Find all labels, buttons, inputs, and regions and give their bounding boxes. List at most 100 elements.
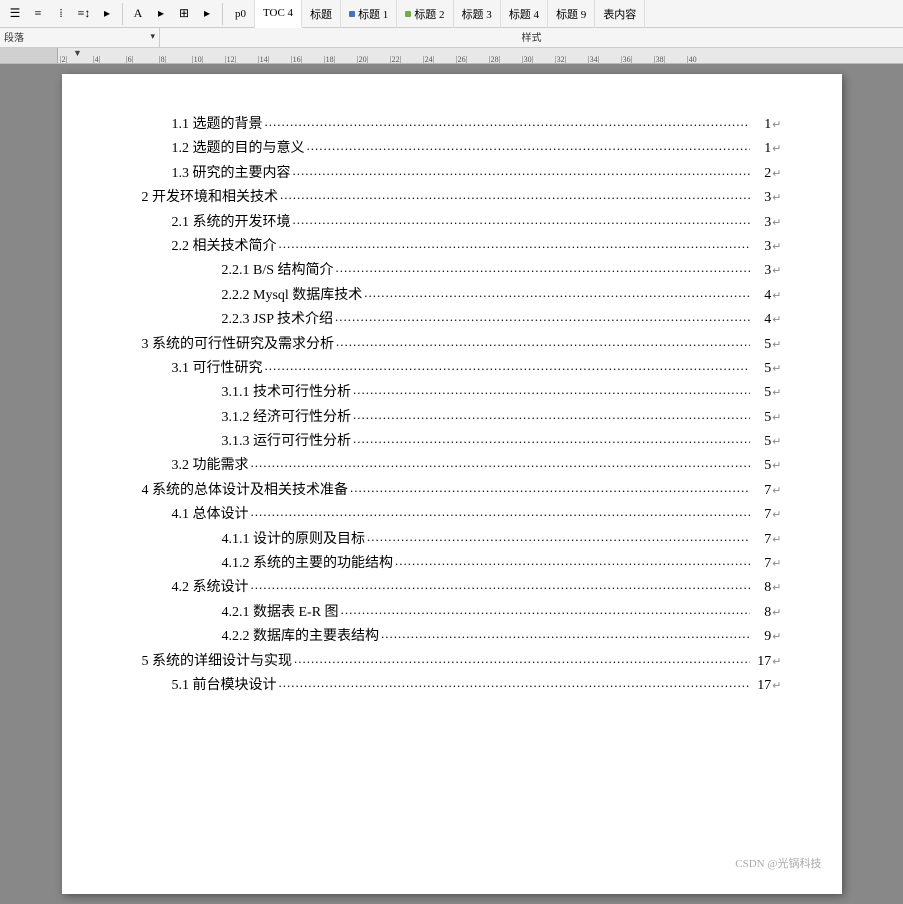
tab-biaoti2-indicator — [405, 11, 411, 17]
toc-text-8: 2.2.3 JSP 技术介绍 — [222, 309, 334, 331]
ruler-tick-34: |34| — [588, 55, 599, 64]
toolbar: ☰ ≡ ⁞ ≡↕ ▸ A ▸ ⊞ ▸ p0 TOC 4 标题 标题 1 标题 2… — [0, 0, 903, 28]
toc-dots-16 — [251, 502, 750, 524]
toc-page-13: 5 — [752, 431, 782, 453]
toc-dots-5 — [279, 234, 750, 256]
style-btn4[interactable]: ▸ — [196, 3, 218, 25]
toc-page-12: 5 — [752, 407, 782, 429]
tab-biaoti1[interactable]: 标题 1 — [341, 0, 397, 28]
watermark: CSDN @光锅科技 — [735, 856, 821, 874]
tab-biaoti9-label: 标题 9 — [556, 6, 586, 22]
toc-dots-14 — [251, 453, 750, 475]
toc-entry-21: 4.2.2 数据库的主要表结构9 — [142, 626, 782, 648]
indent-btn[interactable]: ⁞ — [50, 3, 72, 25]
toc-text-14: 3.2 功能需求 — [172, 455, 249, 477]
tab-biaoti4-label: 标题 4 — [509, 6, 539, 22]
toc-text-11: 3.1.1 技术可行性分析 — [222, 382, 352, 404]
toc-page-21: 9 — [752, 626, 782, 648]
toc-entry-3: 2 开发环境和相关技术 3 — [142, 187, 782, 209]
style-label: 样式 — [160, 27, 903, 47]
toc-text-13: 3.1.3 运行可行性分析 — [222, 431, 352, 453]
toc-dots-4 — [293, 210, 750, 232]
toc-page-8: 4 — [752, 309, 782, 331]
toc-entry-7: 2.2.2 Mysql 数据库技术4 — [142, 285, 782, 307]
toc-text-17: 4.1.1 设计的原则及目标 — [222, 529, 366, 551]
toc-page-15: 7 — [752, 480, 782, 502]
toc-entry-9: 3 系统的可行性研究及需求分析5 — [142, 334, 782, 356]
tab-biaoneirong[interactable]: 表内容 — [595, 0, 645, 28]
toc-text-5: 2.2 相关技术简介 — [172, 236, 277, 258]
toc-entry-13: 3.1.3 运行可行性分析 5 — [142, 431, 782, 453]
toc-text-22: 5 系统的详细设计与实现 — [142, 651, 293, 673]
toc-page-11: 5 — [752, 382, 782, 404]
toc-dots-12 — [353, 405, 750, 427]
toc-page-5: 3 — [752, 236, 782, 258]
toc-page-6: 3 — [752, 260, 782, 282]
toc-entry-22: 5 系统的详细设计与实现17 — [142, 651, 782, 673]
tab-biaoti3[interactable]: 标题 3 — [454, 0, 501, 28]
tab-p0[interactable]: p0 — [227, 0, 255, 28]
section-labels: 段落 ▾ 样式 — [0, 28, 903, 48]
style-btn1[interactable]: A — [127, 3, 149, 25]
tab-toc4[interactable]: TOC 4 — [255, 0, 302, 28]
toc-entry-10: 3.1 可行性研究5 — [142, 358, 782, 380]
toc-text-15: 4 系统的总体设计及相关技术准备 — [142, 480, 349, 502]
tab-biaoti9[interactable]: 标题 9 — [548, 0, 595, 28]
toc-entry-15: 4 系统的总体设计及相关技术准备 7 — [142, 480, 782, 502]
toc-text-0: 1.1 选题的背景 — [172, 114, 263, 136]
tab-biaoti[interactable]: 标题 — [302, 0, 341, 28]
toc-text-4: 2.1 系统的开发环境 — [172, 212, 291, 234]
toc-text-23: 5.1 前台模块设计 — [172, 675, 277, 697]
more-btn[interactable]: ▸ — [96, 3, 118, 25]
toc-entry-2: 1.3 研究的主要内容2 — [142, 163, 782, 185]
toc-entry-4: 2.1 系统的开发环境3 — [142, 212, 782, 234]
align-center-btn[interactable]: ≡ — [27, 3, 49, 25]
tab-toc4-label: TOC 4 — [263, 7, 293, 19]
document-area[interactable]: 1.1 选题的背景11.2 选题的目的与意义11.3 研究的主要内容22 开发环… — [0, 64, 903, 904]
tab-biaoti2[interactable]: 标题 2 — [397, 0, 453, 28]
toc-entry-19: 4.2 系统设计8 — [142, 577, 782, 599]
toc-page-1: 1 — [752, 138, 782, 160]
toc-page-3: 3 — [752, 187, 782, 209]
tab-biaoti1-indicator — [349, 11, 355, 17]
tab-biaoti3-label: 标题 3 — [462, 6, 492, 22]
toc-page-18: 7 — [752, 553, 782, 575]
ruler-tick-38: |38| — [654, 55, 665, 64]
toc-text-19: 4.2 系统设计 — [172, 577, 249, 599]
ruler-tick-36: |36| — [621, 55, 632, 64]
toc-text-6: 2.2.1 B/S 结构简介 — [222, 260, 334, 282]
toc-dots-11 — [353, 380, 750, 402]
style-btn2[interactable]: ▸ — [150, 3, 172, 25]
ruler-tick-12: |12| — [225, 55, 236, 64]
toc-entry-23: 5.1 前台模块设计17 — [142, 675, 782, 697]
toc-container: 1.1 选题的背景11.2 选题的目的与意义11.3 研究的主要内容22 开发环… — [142, 114, 782, 697]
toc-entry-0: 1.1 选题的背景1 — [142, 114, 782, 136]
tab-biaoti4[interactable]: 标题 4 — [501, 0, 548, 28]
list-btn[interactable]: ≡↕ — [73, 3, 95, 25]
toc-entry-16: 4.1 总体设计7 — [142, 504, 782, 526]
toc-dots-1 — [307, 136, 750, 158]
ruler-tick-26: |26| — [456, 55, 467, 64]
toc-dots-20 — [341, 600, 750, 622]
style-btn3[interactable]: ⊞ — [173, 3, 195, 25]
toc-dots-8 — [335, 307, 749, 329]
toc-dots-3 — [280, 185, 750, 207]
align-left-btn[interactable]: ☰ — [4, 3, 26, 25]
toc-text-9: 3 系统的可行性研究及需求分析 — [142, 334, 335, 356]
tab-biaoti2-label: 标题 2 — [414, 6, 444, 22]
expand-icon[interactable]: ▾ — [150, 31, 155, 42]
toc-entry-1: 1.2 选题的目的与意义1 — [142, 138, 782, 160]
toc-dots-6 — [336, 258, 750, 280]
ruler-tick-14: |14| — [258, 55, 269, 64]
ruler-cursor-marker: ▼ — [73, 48, 82, 58]
tab-biaoti1-label: 标题 1 — [358, 6, 388, 22]
tab-p0-label: p0 — [235, 8, 246, 20]
toc-entry-17: 4.1.1 设计的原则及目标7 — [142, 529, 782, 551]
toc-dots-10 — [265, 356, 750, 378]
toc-entry-6: 2.2.1 B/S 结构简介 3 — [142, 260, 782, 282]
toc-dots-9 — [336, 332, 750, 354]
toc-text-7: 2.2.2 Mysql 数据库技术 — [222, 285, 363, 307]
toolbar-format-group: ☰ ≡ ⁞ ≡↕ ▸ — [4, 3, 123, 25]
toc-dots-15 — [350, 478, 750, 500]
toc-text-3: 2 开发环境和相关技术 — [142, 187, 279, 209]
